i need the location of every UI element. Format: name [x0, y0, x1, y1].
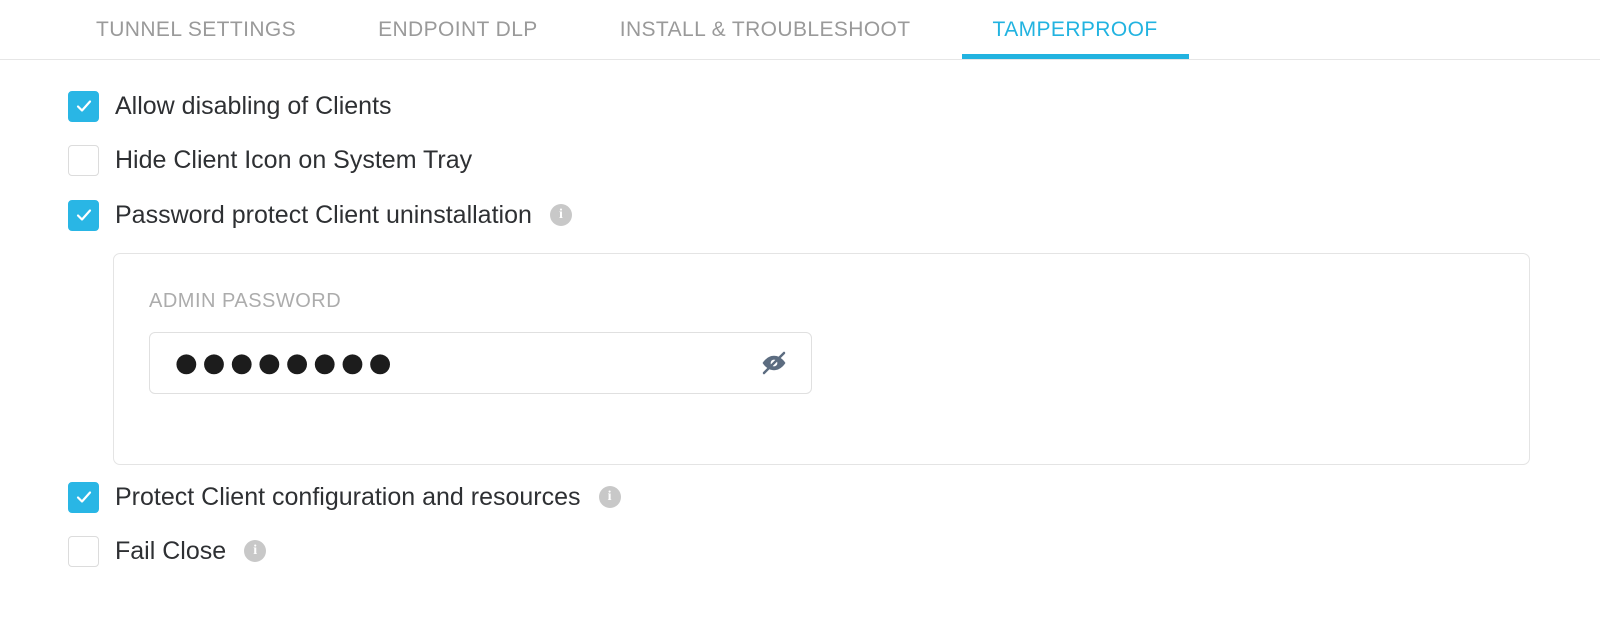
setting-label-fail-close: Fail Close: [115, 536, 227, 565]
setting-row-fail-close: Fail Close i: [0, 535, 1600, 567]
info-icon-fail-close[interactable]: i: [244, 540, 267, 562]
checkbox-allow-disabling-clients[interactable]: [68, 90, 99, 122]
tamperproof-settings-panel: Allow disabling of Clients Hide Client I…: [0, 90, 1600, 567]
setting-label-password-protect-uninstall: Password protect Client uninstallation: [115, 200, 532, 229]
tab-install-troubleshoot[interactable]: INSTALL & TROUBLESHOOT: [612, 0, 919, 59]
checkbox-protect-client-config[interactable]: [68, 481, 99, 513]
info-icon-protect-client-config[interactable]: i: [598, 486, 621, 508]
check-icon: [76, 100, 91, 112]
setting-row-protect-client-config: Protect Client configuration and resourc…: [0, 481, 1600, 513]
admin-password-input[interactable]: ●●●●●●●●: [175, 350, 759, 376]
settings-tab-bar: TUNNEL SETTINGS ENDPOINT DLP INSTALL & T…: [0, 0, 1600, 60]
admin-password-panel: ADMIN PASSWORD ●●●●●●●●: [113, 253, 1530, 465]
setting-label-allow-disabling-clients: Allow disabling of Clients: [115, 91, 392, 120]
info-icon-password-protect-uninstall[interactable]: i: [549, 204, 572, 226]
checkbox-fail-close[interactable]: [68, 535, 99, 567]
tab-label: INSTALL & TROUBLESHOOT: [619, 17, 911, 41]
eye-slash-glyph: [762, 351, 786, 375]
check-icon: [76, 491, 91, 503]
tab-tunnel-settings[interactable]: TUNNEL SETTINGS: [88, 0, 304, 59]
tab-label: TAMPERPROOF: [992, 17, 1158, 41]
tab-endpoint-dlp[interactable]: ENDPOINT DLP: [370, 0, 546, 59]
checkbox-hide-client-icon[interactable]: [68, 144, 99, 176]
admin-password-field[interactable]: ●●●●●●●●: [149, 332, 812, 394]
setting-row-hide-client-icon: Hide Client Icon on System Tray: [0, 144, 1600, 176]
setting-row-password-protect-uninstall: Password protect Client uninstallation i: [0, 199, 1600, 231]
admin-password-label: ADMIN PASSWORD: [149, 290, 342, 312]
checkbox-password-protect-uninstall[interactable]: [68, 199, 99, 231]
tab-label: ENDPOINT DLP: [378, 17, 538, 41]
setting-row-allow-disabling-clients: Allow disabling of Clients: [0, 90, 1600, 122]
check-icon: [76, 209, 91, 221]
setting-label-hide-client-icon: Hide Client Icon on System Tray: [115, 145, 473, 174]
tab-tamperproof[interactable]: TAMPERPROOF: [961, 0, 1189, 59]
tab-label: TUNNEL SETTINGS: [96, 17, 297, 41]
setting-label-protect-client-config: Protect Client configuration and resourc…: [115, 482, 581, 511]
eye-slash-icon[interactable]: [759, 348, 789, 378]
